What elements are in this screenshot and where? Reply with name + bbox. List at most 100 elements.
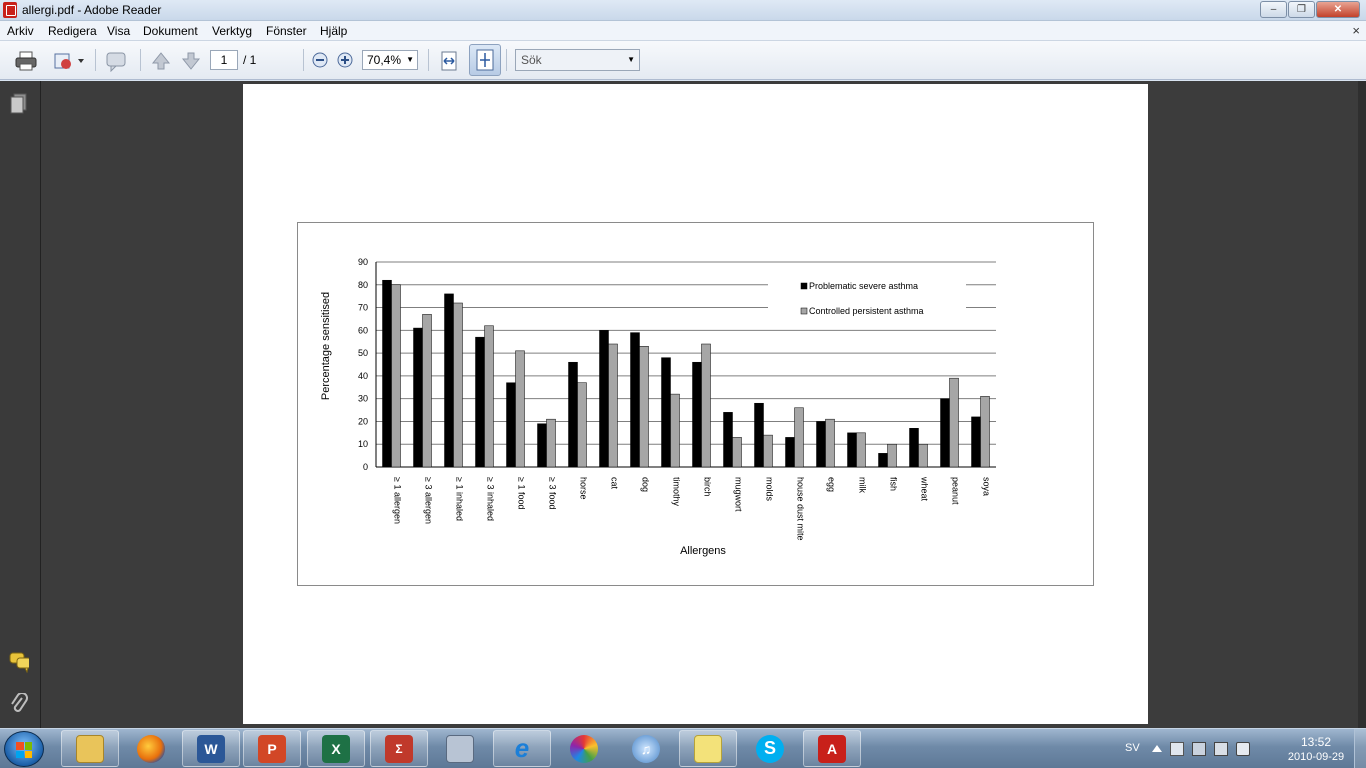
taskbar-picasa[interactable] xyxy=(555,730,613,767)
bar-controlled xyxy=(422,314,432,468)
minimize-button[interactable]: – xyxy=(1260,1,1287,18)
language-indicator[interactable]: SV xyxy=(1125,742,1140,754)
x-tick-label: ≥ 3 food xyxy=(548,477,558,509)
taskbar-powerpoint[interactable]: P xyxy=(243,730,301,767)
comments-icon[interactable] xyxy=(9,651,29,673)
bar-controlled xyxy=(515,350,525,468)
arrow-down-icon xyxy=(181,52,201,70)
toolbar: 1 / 1 70,4% ▼ xyxy=(0,41,1366,80)
search-input[interactable]: Sök ▼ xyxy=(515,49,640,71)
taskbar-word[interactable]: W xyxy=(182,730,240,767)
x-tick-label: timothy xyxy=(672,477,682,507)
adobe-reader-taskbar-icon: A xyxy=(818,734,846,763)
tools-button[interactable] xyxy=(50,49,86,73)
internet-explorer-icon: e xyxy=(514,733,530,763)
pages-icon[interactable] xyxy=(9,93,29,115)
y-tick-label: 0 xyxy=(363,462,368,472)
x-tick-label: ≥ 1 inhaled xyxy=(455,477,465,521)
network-icon[interactable] xyxy=(1214,742,1228,756)
taskbar-skype[interactable]: S xyxy=(741,730,799,767)
system-tray xyxy=(1152,742,1250,756)
taskbar-itunes[interactable]: ♫ xyxy=(617,730,675,767)
chart-legend: Problematic severe asthma Controlled pers… xyxy=(768,274,966,319)
math-icon: Σ xyxy=(385,734,413,763)
fit-width-icon xyxy=(441,51,457,71)
document-close-icon[interactable]: × xyxy=(1352,23,1360,38)
comment-bubble-icon xyxy=(106,52,126,72)
menu-hjalp[interactable]: Hjälp xyxy=(320,24,347,38)
x-tick-label: birch xyxy=(703,477,713,497)
bar-controlled xyxy=(546,418,556,468)
taskbar-excel[interactable]: X xyxy=(307,730,365,767)
x-tick-label: egg xyxy=(827,477,837,492)
attachment-paperclip-icon[interactable] xyxy=(9,693,29,715)
fit-page-button[interactable] xyxy=(469,44,501,76)
print-button[interactable] xyxy=(13,49,39,73)
bar-severe xyxy=(599,330,609,468)
menu-redigera[interactable]: Redigera xyxy=(48,24,97,38)
vertical-scrollbar[interactable] xyxy=(1358,81,1366,728)
next-page-button[interactable] xyxy=(180,49,202,73)
action-center-icon[interactable] xyxy=(1170,742,1184,756)
y-tick-label: 40 xyxy=(358,371,368,381)
show-hidden-icons-icon[interactable] xyxy=(1152,745,1162,752)
taskbar-math[interactable]: Σ xyxy=(370,730,428,767)
excel-icon: X xyxy=(322,734,350,763)
bar-controlled xyxy=(639,346,649,468)
x-tick-label: molds xyxy=(765,477,775,502)
fit-width-button[interactable] xyxy=(437,49,461,73)
clock-date[interactable]: 2010-09-29 xyxy=(1283,751,1349,763)
firefox-icon xyxy=(137,734,165,763)
taskbar-firefox[interactable] xyxy=(122,730,180,767)
bar-severe xyxy=(382,279,392,468)
taskbar-internet-explorer[interactable]: e xyxy=(493,730,551,767)
bar-severe xyxy=(723,412,733,468)
menu-arkiv[interactable]: Arkiv xyxy=(7,24,34,38)
window-controls: – ❐ ✕ xyxy=(1260,1,1360,18)
legend-swatch xyxy=(800,282,808,290)
zoom-out-button[interactable] xyxy=(311,51,329,69)
taskbar-explorer[interactable] xyxy=(61,730,119,767)
printer-icon xyxy=(15,51,37,71)
maximize-button[interactable]: ❐ xyxy=(1288,1,1315,18)
menu-dokument[interactable]: Dokument xyxy=(143,24,198,38)
clock-time[interactable]: 13:52 xyxy=(1296,735,1336,749)
menu-fonster[interactable]: Fönster xyxy=(266,24,307,38)
previous-page-button[interactable] xyxy=(150,49,172,73)
page-number-input[interactable]: 1 xyxy=(210,50,238,70)
devices-icon[interactable] xyxy=(1192,742,1206,756)
bar-severe xyxy=(878,453,888,468)
chevron-down-icon[interactable]: ▼ xyxy=(627,50,635,70)
bar-controlled xyxy=(980,396,990,468)
folder-icon xyxy=(76,734,104,763)
chart-frame: 0 10 20 30 40 50 60 70 80 90 ≥ 1 allergen ≥ 3 alle… xyxy=(297,222,1094,586)
y-tick-label: 70 xyxy=(358,303,368,313)
menu-visa[interactable]: Visa xyxy=(107,24,130,38)
x-tick-label: ≥ 3 allergen xyxy=(424,477,434,524)
bar-severe xyxy=(816,421,826,468)
comment-button[interactable] xyxy=(103,49,129,73)
bar-severe xyxy=(940,398,950,468)
menu-verktyg[interactable]: Verktyg xyxy=(212,24,252,38)
taskbar-calculator[interactable] xyxy=(431,730,489,767)
x-tick-label: peanut xyxy=(951,477,961,505)
word-icon: W xyxy=(197,734,225,763)
taskbar-adobe-reader[interactable]: A xyxy=(803,730,861,767)
legend-label: Problematic severe asthma xyxy=(809,281,918,291)
bar-severe xyxy=(630,332,640,468)
zoom-out-icon xyxy=(312,52,328,68)
x-tick-label: dog xyxy=(641,477,651,492)
x-tick-label: mugwort xyxy=(734,477,744,512)
start-button[interactable] xyxy=(4,731,44,767)
taskbar-sticky-notes[interactable] xyxy=(679,730,737,767)
x-tick-label: fish xyxy=(889,477,899,491)
skype-icon: S xyxy=(756,734,784,763)
zoom-level-select[interactable]: 70,4% ▼ xyxy=(362,50,418,70)
fit-page-icon xyxy=(476,49,494,71)
close-button[interactable]: ✕ xyxy=(1316,1,1360,18)
show-desktop-button[interactable] xyxy=(1354,729,1366,768)
zoom-in-button[interactable] xyxy=(336,51,354,69)
y-tick-label: 60 xyxy=(358,325,368,335)
x-tick-label: ≥ 3 inhaled xyxy=(486,477,496,521)
volume-icon[interactable] xyxy=(1236,742,1250,756)
